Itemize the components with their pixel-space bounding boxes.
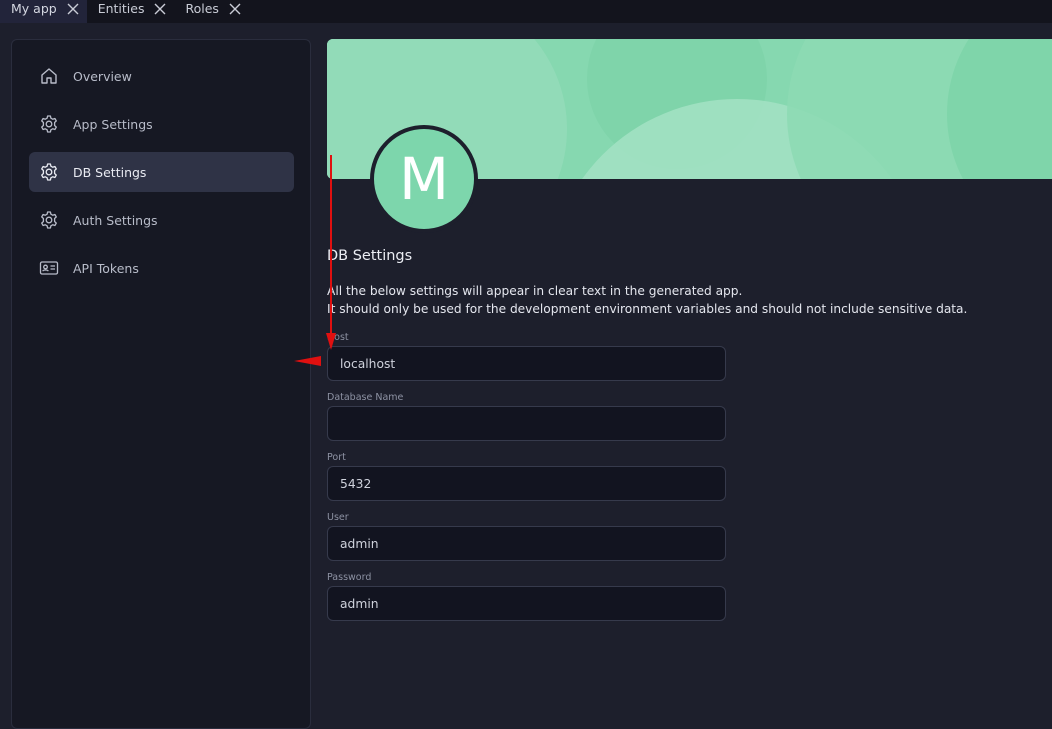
gear-icon: [39, 210, 59, 230]
tab-bar: My app Entities Roles: [0, 0, 1052, 23]
page-title: DB Settings: [327, 248, 413, 264]
user-label: User: [327, 512, 349, 523]
home-icon: [39, 66, 59, 86]
sidebar-item-label: App Settings: [73, 116, 153, 132]
sidebar-item-api-tokens[interactable]: API Tokens: [29, 248, 294, 288]
settings-sidebar: Overview App Settings DB Settings Auth S…: [11, 39, 311, 729]
description-line: All the below settings will appear in cl…: [327, 284, 743, 298]
database-name-field[interactable]: [327, 406, 726, 441]
tab-label: My app: [11, 0, 57, 16]
sidebar-item-label: DB Settings: [73, 164, 147, 180]
port-label: Port: [327, 452, 346, 463]
sidebar-item-label: Overview: [73, 68, 132, 84]
tab-roles[interactable]: Roles: [174, 0, 248, 23]
sidebar-item-label: API Tokens: [73, 260, 139, 276]
sidebar-item-app-settings[interactable]: App Settings: [29, 104, 294, 144]
user-field[interactable]: [327, 526, 726, 561]
password-label: Password: [327, 572, 372, 583]
database-name-label: Database Name: [327, 392, 404, 403]
password-field[interactable]: [327, 586, 726, 621]
gear-icon: [39, 114, 59, 134]
close-icon[interactable]: [154, 3, 166, 15]
sidebar-item-auth-settings[interactable]: Auth Settings: [29, 200, 294, 240]
sidebar-item-db-settings[interactable]: DB Settings: [29, 152, 294, 192]
host-label: Host: [327, 332, 349, 343]
port-field[interactable]: [327, 466, 726, 501]
tab-my-app[interactable]: My app: [0, 0, 87, 23]
app-avatar: M: [370, 125, 478, 233]
id-card-icon: [39, 258, 59, 278]
settings-description: All the below settings will appear in cl…: [327, 282, 967, 318]
tab-label: Entities: [97, 0, 145, 16]
sidebar-item-overview[interactable]: Overview: [29, 56, 294, 96]
close-icon[interactable]: [229, 3, 241, 15]
tab-label: Roles: [185, 0, 219, 16]
description-line: It should only be used for the developme…: [327, 302, 968, 316]
gear-icon: [39, 162, 59, 182]
tab-entities[interactable]: Entities: [87, 0, 175, 23]
close-icon[interactable]: [67, 3, 79, 15]
sidebar-item-label: Auth Settings: [73, 212, 158, 228]
main-content: M DB Settings All the below settings wil…: [311, 23, 1052, 709]
host-field[interactable]: [327, 346, 726, 381]
